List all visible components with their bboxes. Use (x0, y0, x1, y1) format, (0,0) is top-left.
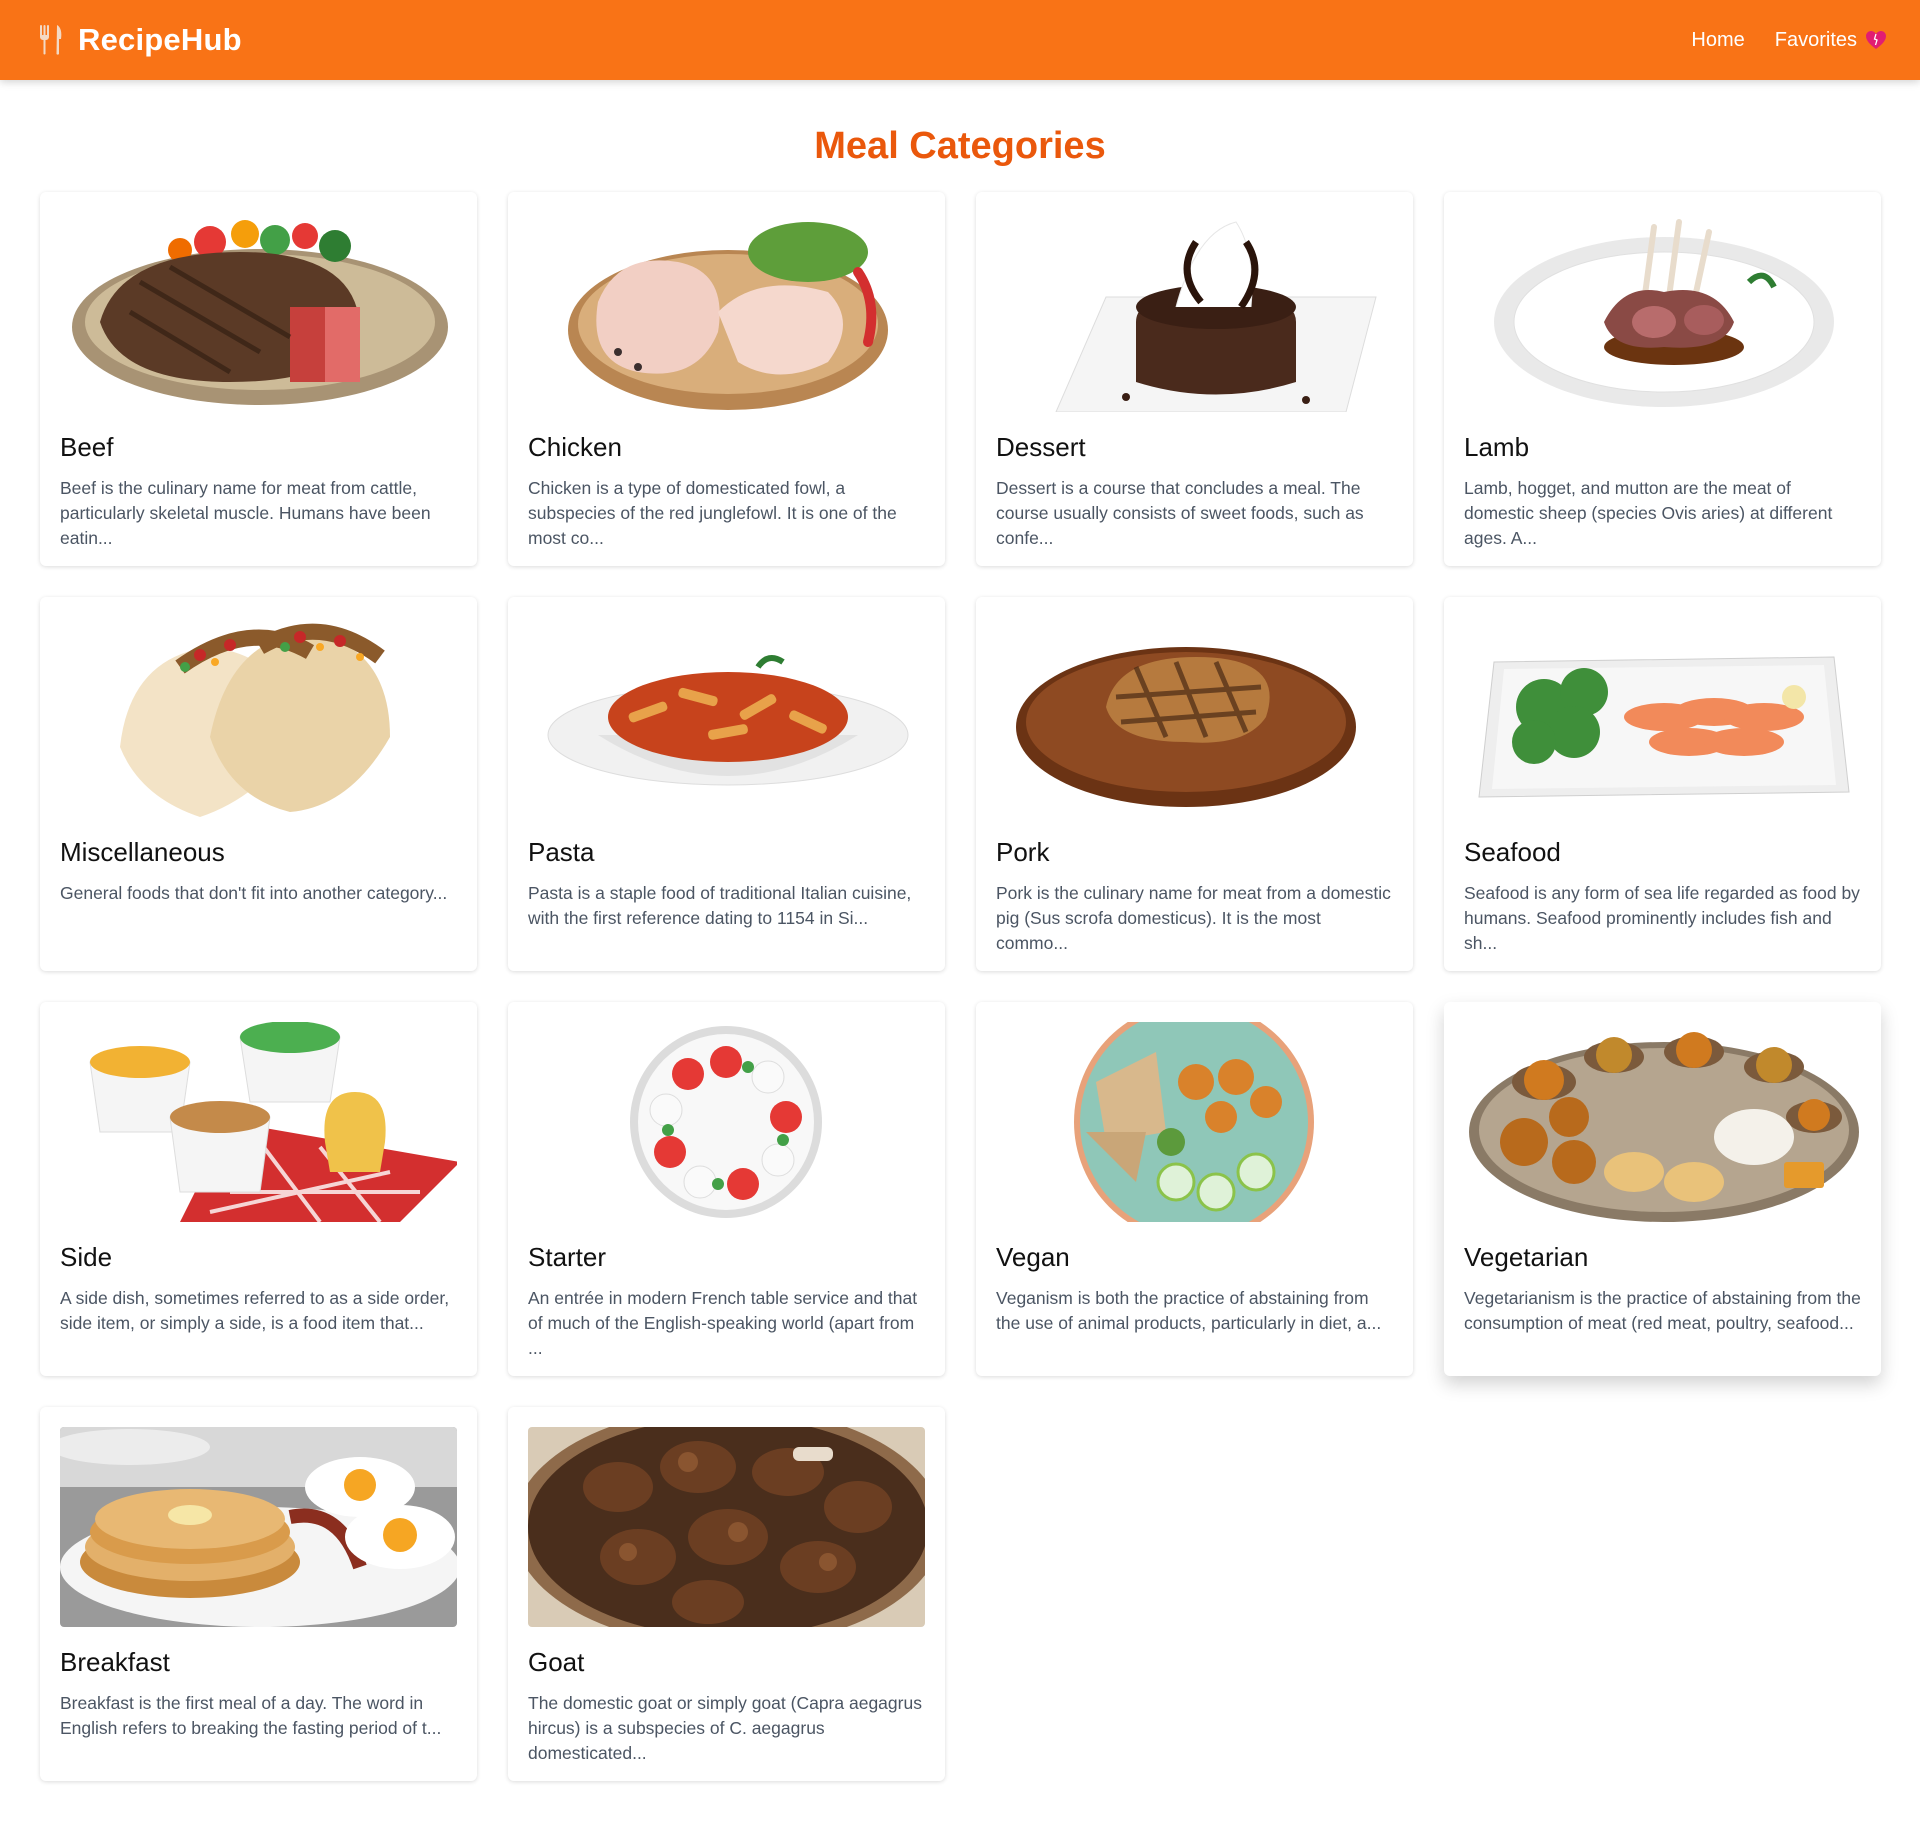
category-title: Pasta (528, 837, 595, 867)
category-title: Miscellaneous (60, 837, 225, 867)
pork-chop-image (996, 617, 1393, 817)
salmon-plate-image (1464, 617, 1861, 817)
category-card-pork[interactable]: Pork Pork is the culinary name for meat … (976, 597, 1413, 971)
tacos-image (60, 617, 457, 817)
brand-logo-link[interactable]: RecipeHub (38, 22, 242, 58)
category-card-beef[interactable]: Beef Beef is the culinary name for meat … (40, 192, 477, 566)
category-description: Veganism is both the practice of abstain… (996, 1288, 1382, 1333)
category-card-side[interactable]: Side A side dish, sometimes referred to … (40, 1002, 477, 1376)
nav-home-link[interactable]: Home (1691, 29, 1744, 52)
category-card-breakfast[interactable]: Breakfast Breakfast is the first meal of… (40, 1407, 477, 1781)
goat-curry-image (528, 1427, 925, 1627)
nav-links: Home Favorites (1691, 29, 1887, 52)
chocolate-cake-image (996, 212, 1393, 412)
category-title: Chicken (528, 432, 622, 462)
category-title: Dessert (996, 432, 1086, 462)
category-description: Dessert is a course that concludes a mea… (996, 478, 1364, 548)
category-description: General foods that don't fit into anothe… (60, 883, 448, 903)
side-dishes-image (60, 1022, 457, 1222)
pancakes-eggs-image (60, 1427, 457, 1627)
page-title: Meal Categories (814, 125, 1106, 167)
category-description: The domestic goat or simply goat (Capra … (528, 1693, 922, 1763)
nav-favorites-label: Favorites (1774, 28, 1857, 51)
category-description: Beef is the culinary name for meat from … (60, 478, 431, 548)
category-card-miscellaneous[interactable]: Miscellaneous General foods that don't f… (40, 597, 477, 971)
category-title: Vegan (996, 1242, 1070, 1272)
category-card-goat[interactable]: Goat The domestic goat or simply goat (C… (508, 1407, 945, 1781)
vegan-bowl-image (996, 1022, 1393, 1222)
beef-steak-image (60, 212, 457, 412)
category-title: Seafood (1464, 837, 1561, 867)
category-description: Vegetarianism is the practice of abstain… (1464, 1288, 1861, 1333)
category-title: Beef (60, 432, 114, 462)
category-description: A side dish, sometimes referred to as a … (60, 1288, 450, 1333)
category-card-starter[interactable]: Starter An entrée in modern French table… (508, 1002, 945, 1376)
category-title: Starter (528, 1242, 607, 1272)
category-description: Chicken is a type of domesticated fowl, … (528, 478, 897, 548)
fork-knife-icon (38, 24, 64, 56)
lamb-chops-image (1464, 212, 1861, 412)
category-card-vegetarian[interactable]: Vegetarian Vegetarianism is the practice… (1444, 1002, 1881, 1376)
main-content: Meal Categories Beef Beef is the culinar… (0, 122, 1920, 1781)
category-title: Side (60, 1242, 113, 1272)
caprese-salad-image (528, 1022, 925, 1222)
category-description: Seafood is any form of sea life regarded… (1464, 883, 1860, 953)
category-card-lamb[interactable]: Lamb Lamb, hogget, and mutton are the me… (1444, 192, 1881, 566)
penne-pasta-image (528, 617, 925, 817)
top-navbar: RecipeHub Home Favorites (0, 0, 1920, 80)
category-card-seafood[interactable]: Seafood Seafood is any form of sea life … (1444, 597, 1881, 971)
category-title: Pork (996, 837, 1050, 867)
category-description: An entrée in modern French table service… (528, 1288, 918, 1358)
category-grid: Beef Beef is the culinary name for meat … (0, 192, 1920, 1781)
category-title: Breakfast (60, 1647, 170, 1677)
heart-icon (1865, 30, 1887, 50)
category-card-dessert[interactable]: Dessert Dessert is a course that conclud… (976, 192, 1413, 566)
nav-home-label: Home (1691, 28, 1745, 51)
category-description: Pasta is a staple food of traditional It… (528, 883, 912, 928)
nav-favorites-link[interactable]: Favorites (1775, 29, 1887, 52)
brand-name: RecipeHub (78, 22, 242, 57)
category-card-vegan[interactable]: Vegan Veganism is both the practice of a… (976, 1002, 1413, 1376)
category-description: Pork is the culinary name for meat from … (996, 883, 1391, 953)
category-title: Lamb (1464, 432, 1530, 462)
category-title: Goat (528, 1647, 585, 1677)
raw-chicken-legs-image (528, 212, 925, 412)
category-description: Breakfast is the first meal of a day. Th… (60, 1693, 442, 1738)
category-card-chicken[interactable]: Chicken Chicken is a type of domesticate… (508, 192, 945, 566)
thali-platter-image (1464, 1022, 1861, 1222)
category-card-pasta[interactable]: Pasta Pasta is a staple food of traditio… (508, 597, 945, 971)
category-title: Vegetarian (1464, 1242, 1589, 1272)
category-description: Lamb, hogget, and mutton are the meat of… (1464, 478, 1833, 548)
